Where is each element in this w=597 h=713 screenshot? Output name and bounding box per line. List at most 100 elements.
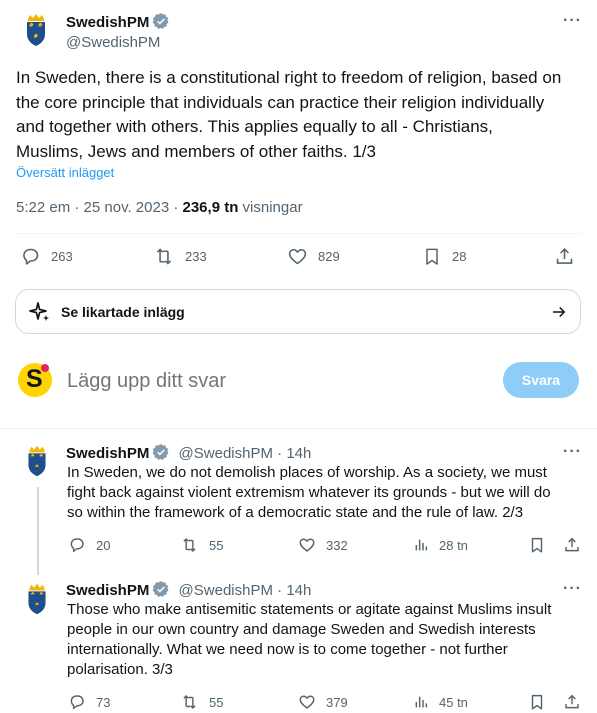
reply-avatar[interactable] (18, 579, 56, 619)
tweet-meta: 5:22 em · 25 nov. 2023 · 236,9 tn visnin… (16, 199, 303, 216)
views-icon (415, 539, 428, 551)
tweet-text-line: Muslims, Jews and members of other faith… (16, 141, 376, 161)
share-icon (565, 537, 579, 552)
share-icon (556, 247, 573, 264)
repost-count: 55 (209, 694, 224, 710)
reply-time[interactable]: 14h (286, 582, 311, 599)
bookmark-button[interactable]: 28 (422, 246, 466, 267)
repost-button[interactable]: 233 (153, 246, 207, 267)
separator-dot: · (277, 582, 287, 599)
repost-icon (183, 694, 196, 710)
like-icon (299, 538, 315, 552)
tweet-text: In Sweden, there is a constitutional rig… (16, 66, 591, 164)
reply-text-line: In Sweden, we do not demolish places of … (67, 464, 547, 481)
share-button[interactable] (563, 536, 581, 554)
repost-count: 233 (185, 249, 207, 264)
verified-badge-icon (152, 12, 170, 30)
reply-count: 263 (51, 249, 73, 264)
divider (0, 428, 597, 429)
reply-text: In Sweden, we do not demolish places of … (67, 463, 592, 523)
like-button[interactable]: 379 (298, 693, 348, 711)
reply-icon (70, 538, 84, 553)
reply-text-line: polarisation. 3/3 (67, 661, 173, 678)
reply-button[interactable]: 73 (68, 693, 110, 711)
main-tweet-header: SwedishPM (66, 12, 170, 32)
bookmark-icon (531, 694, 543, 710)
share-button[interactable] (563, 693, 581, 711)
repost-icon (183, 537, 196, 553)
like-icon (299, 695, 315, 709)
views-count: 28 tn (439, 537, 468, 553)
notification-dot (41, 364, 49, 372)
reply-icon (23, 248, 39, 265)
reply-count: 20 (96, 537, 111, 553)
thread-line (37, 487, 39, 575)
reply-text-line: internationally. What we need now is to … (67, 641, 508, 658)
views-count: 45 tn (439, 694, 468, 710)
reply-time[interactable]: 14h (286, 445, 311, 462)
reply-button[interactable]: 263 (20, 246, 73, 267)
verified-badge-icon (152, 580, 170, 598)
compose-avatar-letter: S (26, 365, 43, 393)
bookmark-button[interactable] (528, 536, 546, 554)
author-handle[interactable]: @SwedishPM (66, 34, 160, 51)
like-icon (288, 248, 307, 265)
more-icon[interactable]: ··· (563, 443, 582, 461)
reply-header: SwedishPM @SwedishPM · 14h (66, 580, 311, 599)
author-name[interactable]: SwedishPM (66, 582, 149, 599)
more-icon[interactable]: ··· (563, 12, 582, 30)
author-handle[interactable]: @SwedishPM (179, 445, 273, 462)
reply-input[interactable] (67, 365, 467, 397)
views-label: visningar (238, 199, 303, 216)
swedish-coat-of-arms-icon (28, 583, 46, 615)
sparkle-icon (29, 301, 49, 321)
repost-button[interactable]: 55 (180, 536, 223, 554)
translate-link[interactable]: Översätt inlägget (16, 165, 114, 180)
author-name[interactable]: SwedishPM (66, 445, 149, 462)
reply-text-line: Those who make antisemitic statements or… (67, 601, 552, 618)
reply-icon (70, 695, 84, 710)
tweet-text-line: In Sweden, there is a constitutional rig… (16, 68, 562, 87)
views-button[interactable]: 28 tn (413, 536, 468, 554)
verified-badge-icon (152, 443, 170, 461)
tweet-text-line: and together with others. This applies e… (16, 117, 493, 136)
bookmark-count: 28 (452, 249, 467, 264)
compose-avatar[interactable]: S (18, 363, 52, 397)
repost-button[interactable]: 55 (180, 693, 223, 711)
swedish-coat-of-arms-icon (16, 10, 56, 50)
views-button[interactable]: 45 tn (413, 693, 468, 711)
bookmark-icon (426, 248, 438, 265)
repost-count: 55 (209, 537, 224, 553)
tweet-timestamp[interactable]: 5:22 em · 25 nov. 2023 · (16, 199, 183, 216)
divider (16, 233, 581, 234)
bookmark-icon (531, 537, 543, 553)
reply-header: SwedishPM @SwedishPM · 14h (66, 443, 311, 462)
author-handle[interactable]: @SwedishPM (179, 582, 273, 599)
views-count: 236,9 tn (182, 199, 239, 216)
reply-button[interactable]: 20 (68, 536, 110, 554)
share-button[interactable] (554, 246, 575, 267)
reply-submit-button[interactable]: Svara (503, 362, 579, 398)
like-button[interactable]: 829 (287, 246, 340, 267)
main-tweet-avatar[interactable] (16, 10, 56, 50)
bookmark-button[interactable] (528, 693, 546, 711)
repost-icon (156, 248, 172, 265)
swedish-coat-of-arms-icon (28, 445, 46, 477)
reply-text-line: so within the framework of a democratic … (67, 504, 524, 521)
reply-text: Those who make antisemitic statements or… (67, 600, 592, 680)
views-icon (415, 696, 428, 708)
tweet-text-line: the core principle that individuals can … (16, 92, 545, 112)
share-icon (565, 694, 579, 709)
like-button[interactable]: 332 (298, 536, 348, 554)
reply-text-line: fight back against violent extremism wha… (67, 484, 551, 501)
reply-text-line: people in our own country and damage Swe… (67, 621, 536, 638)
reply-avatar[interactable] (18, 441, 56, 481)
author-name[interactable]: SwedishPM (66, 14, 149, 31)
like-count: 379 (326, 694, 348, 710)
more-icon[interactable]: ··· (563, 580, 582, 598)
similar-posts-button[interactable]: Se likartade inlägg (15, 289, 581, 334)
similar-posts-label: Se likartade inlägg (61, 303, 185, 320)
arrow-right-icon (553, 306, 566, 317)
like-count: 829 (318, 249, 340, 264)
reply-count: 73 (96, 694, 111, 710)
